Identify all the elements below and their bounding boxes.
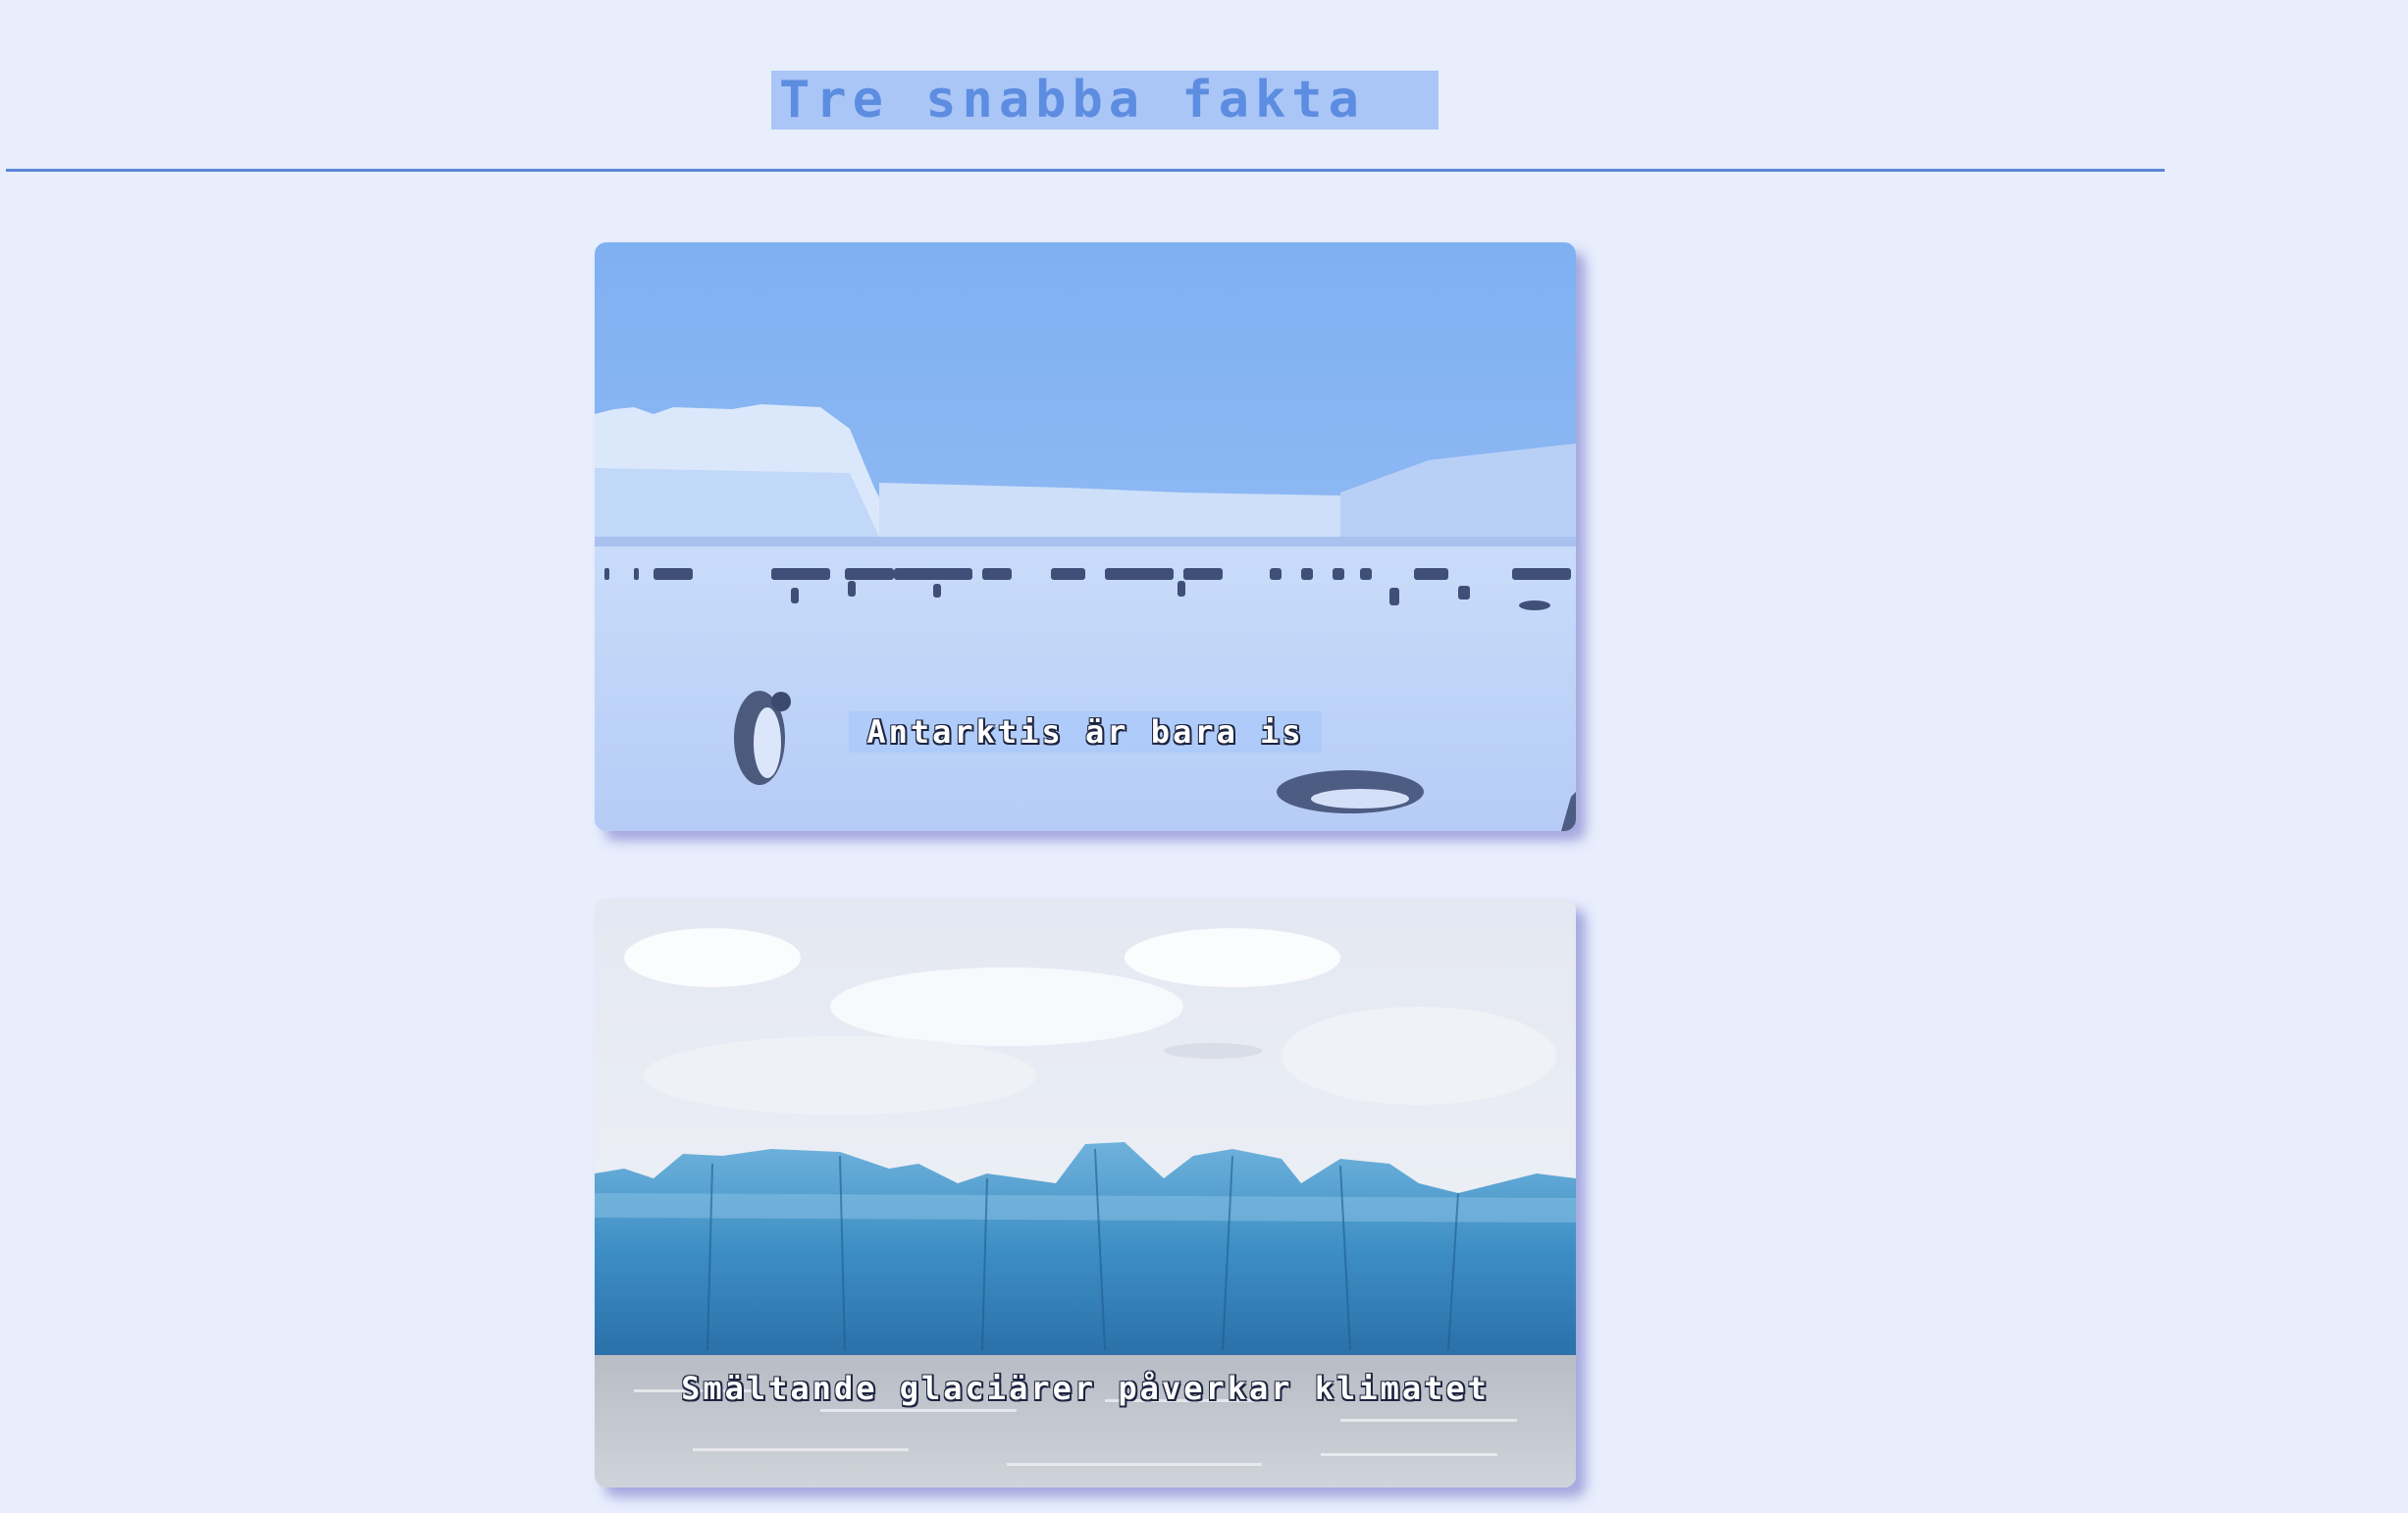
fact-card-antarctica: Antarktis är bara is (595, 242, 1576, 831)
header-divider (6, 169, 2165, 172)
page-title: Tre snabba fakta (779, 71, 1365, 130)
fact-caption: Smältande glaciärer påverkar klimatet (681, 1370, 1490, 1407)
page: Tre snabba fakta Antarktis är bara is Sm… (0, 0, 2408, 1513)
page-title-highlight: Tre snabba fakta (771, 71, 1439, 130)
fact-card-glacier: Smältande glaciärer påverkar klimatet (595, 899, 1576, 1487)
fact-caption: Antarktis är bara is (595, 711, 1576, 753)
